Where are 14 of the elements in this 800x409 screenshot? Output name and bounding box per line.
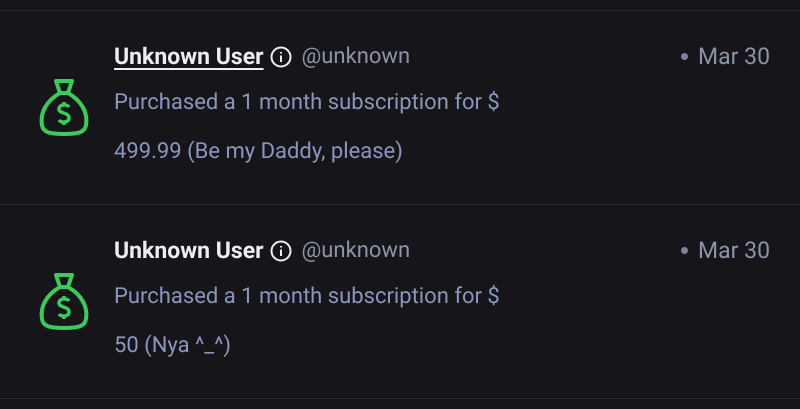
- bullet-icon: [681, 247, 688, 254]
- user-handle[interactable]: @unknown: [302, 238, 410, 263]
- user-name[interactable]: Unknown User: [114, 43, 264, 70]
- info-icon[interactable]: [270, 46, 292, 68]
- bullet-icon: [681, 53, 688, 60]
- money-bag-icon: [38, 77, 90, 137]
- notification-text: Purchased a 1 month subscription for $ 50 (Nya ^_^): [114, 283, 501, 360]
- user-handle[interactable]: @unknown: [302, 44, 410, 69]
- money-bag-icon: [38, 271, 90, 331]
- date-label: Mar 30: [698, 43, 770, 70]
- date-label: Mar 30: [698, 237, 770, 264]
- info-icon[interactable]: [270, 240, 292, 262]
- user-name[interactable]: Unknown User: [114, 237, 264, 264]
- notification-text: Purchased a 1 month subscription for $ 499.99 (Be my Daddy, please): [114, 89, 501, 166]
